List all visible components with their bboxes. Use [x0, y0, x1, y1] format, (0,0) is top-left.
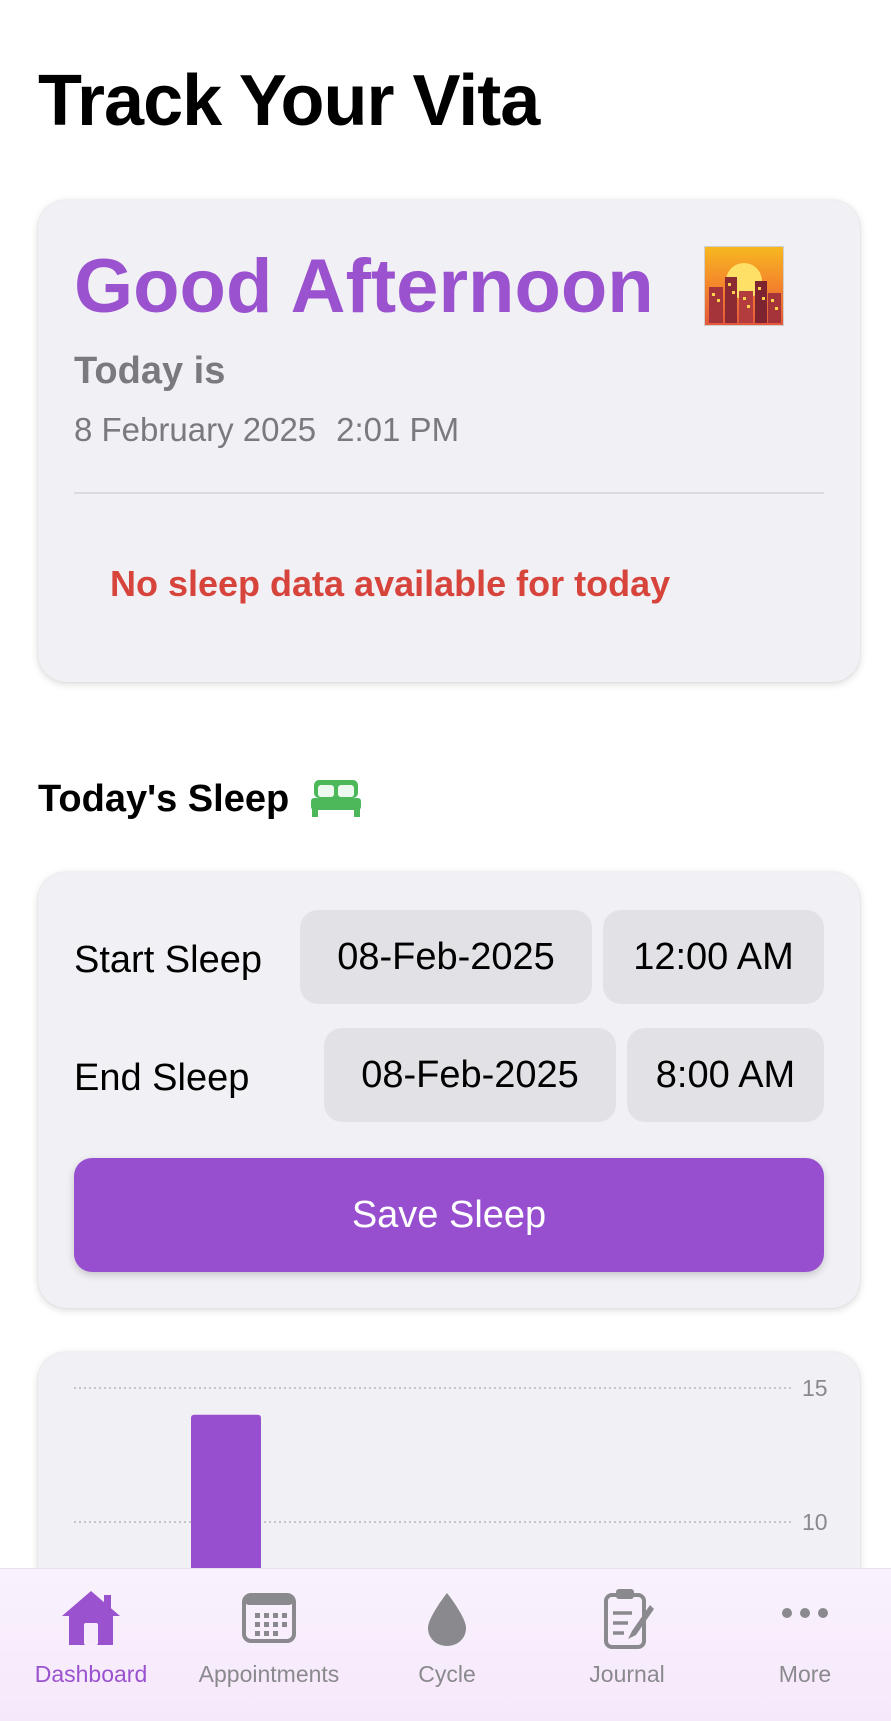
current-time: 2:01 PM: [336, 411, 460, 448]
greeting-text: Good Afternoon: [74, 244, 654, 329]
bed-icon: [310, 778, 362, 818]
no-sleep-data-message: No sleep data available for today: [110, 563, 671, 604]
chart-y-tick-label: 15: [802, 1375, 828, 1401]
chart-y-tick-label: 10: [802, 1509, 828, 1535]
end-sleep-time-picker[interactable]: 8:00 AM: [627, 1028, 824, 1122]
save-sleep-button[interactable]: Save Sleep: [74, 1158, 824, 1272]
chart-bar: [191, 1414, 261, 1572]
tab-cycle[interactable]: Cycle: [358, 1569, 536, 1721]
divider: [74, 492, 824, 494]
tab-label: Journal: [589, 1661, 665, 1687]
start-sleep-date-picker[interactable]: 08-Feb-2025: [300, 910, 592, 1004]
clipboard-pen-icon: [592, 1583, 662, 1653]
tab-label: Appointments: [198, 1661, 340, 1687]
tab-label: Cycle: [418, 1661, 476, 1687]
sunset-city-icon: [704, 246, 784, 326]
tab-bar: Dashboard Appointments Cycle Journal Mor…: [0, 1568, 891, 1721]
page-title: Track Your Vita: [38, 61, 540, 141]
current-datetime: 8 February 2025 2:01 PM: [74, 410, 459, 450]
greeting-card: Good Afternoon Today is 8 February 2025 …: [38, 200, 860, 682]
calendar-icon: [234, 1583, 304, 1653]
end-sleep-date-picker[interactable]: 08-Feb-2025: [324, 1028, 616, 1122]
house-icon: [56, 1583, 126, 1653]
tab-appointments[interactable]: Appointments: [180, 1569, 358, 1721]
start-sleep-label: Start Sleep: [74, 939, 262, 981]
end-sleep-label: End Sleep: [74, 1057, 250, 1099]
tab-label: Dashboard: [34, 1661, 148, 1687]
start-sleep-time-picker[interactable]: 12:00 AM: [603, 910, 824, 1004]
tab-dashboard[interactable]: Dashboard: [2, 1569, 180, 1721]
section-title-todays-sleep: Today's Sleep: [38, 778, 290, 820]
today-label: Today is: [74, 350, 226, 392]
sleep-chart: 1510: [74, 1375, 828, 1572]
drop-icon: [412, 1583, 482, 1653]
tab-journal[interactable]: Journal: [538, 1569, 716, 1721]
sleep-entry-card: Start Sleep 08-Feb-2025 12:00 AM End Sle…: [38, 872, 860, 1308]
tab-label: More: [778, 1661, 832, 1687]
screen: Track Your Vita Good Afternoon Today is …: [0, 0, 891, 1721]
ellipsis-icon: [770, 1583, 840, 1653]
tab-more[interactable]: More: [716, 1569, 891, 1721]
current-date: 8 February 2025: [74, 411, 317, 448]
